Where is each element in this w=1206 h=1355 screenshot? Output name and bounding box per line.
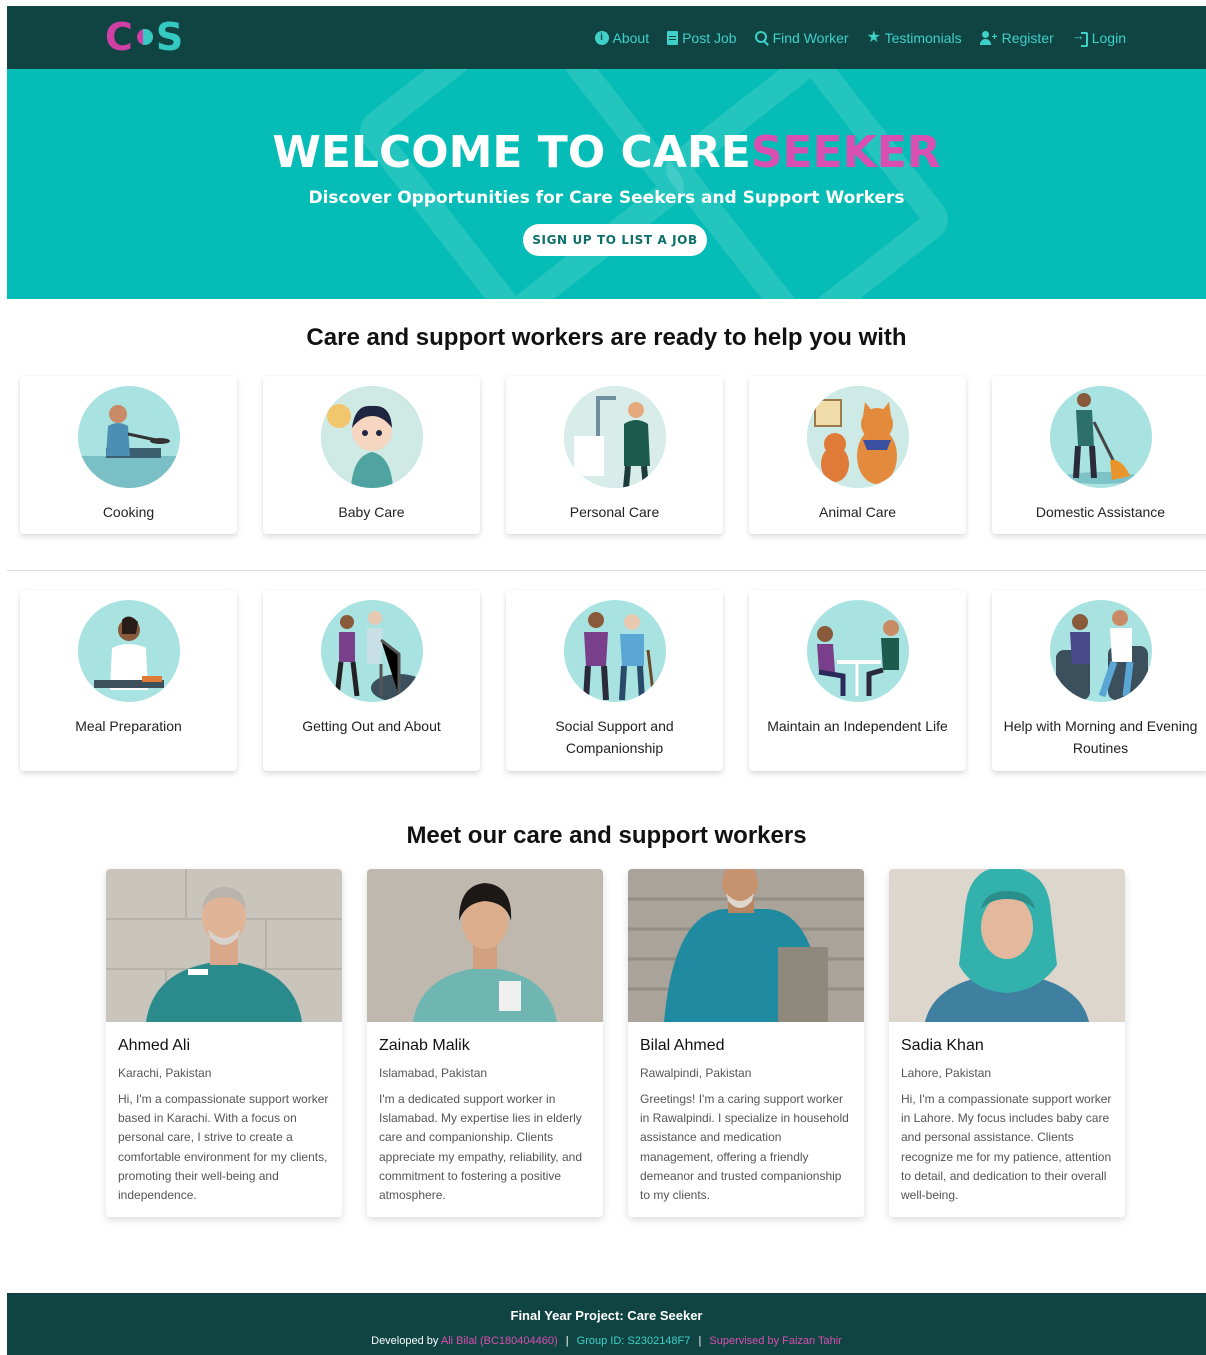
signup-list-job-button[interactable]: SIGN UP TO LIST A JOB <box>523 224 707 256</box>
worker-photo <box>889 869 1125 1022</box>
footer-separator: | <box>698 1335 702 1347</box>
login-icon <box>1072 28 1088 47</box>
service-card-social-support[interactable]: Social Support and Companionship <box>506 590 723 771</box>
hero-title-accent: SEEKER <box>750 127 941 178</box>
nav-find-worker[interactable]: Find Worker <box>754 29 849 46</box>
footer: Final Year Project: Care Seeker Develope… <box>7 1293 1206 1355</box>
worker-bio: Hi, I'm a compassionate support worker i… <box>901 1092 1112 1203</box>
services-heading: Care and support workers are ready to he… <box>306 324 907 351</box>
services-row-1: Cooking Baby Care Personal Care Animal C… <box>20 376 1206 536</box>
service-label: Help with Morning and Evening Routines <box>1003 718 1198 756</box>
workers-heading: Meet our care and support workers <box>406 822 807 849</box>
service-label: Meal Preparation <box>75 718 182 734</box>
service-label: Domestic Assistance <box>1035 504 1166 520</box>
nav-login-label: Login <box>1091 29 1126 46</box>
worker-bio: I'm a dedicated support worker in Islama… <box>379 1092 582 1203</box>
footer-credits: Developed by Ali Bilal (BC180404460) | G… <box>7 1335 1206 1347</box>
worker-location: Rawalpindi, Pakistan <box>640 1066 752 1080</box>
domestic-assistance-illustration <box>1050 386 1152 488</box>
logo-letter-s: S <box>155 15 185 59</box>
service-card-domestic-assistance[interactable]: Domestic Assistance <box>992 376 1206 534</box>
hero-decor-shape <box>351 69 693 299</box>
footer-developed-prefix: Developed by <box>371 1335 439 1347</box>
nav-about[interactable]: i About <box>594 29 650 46</box>
worker-bio: Greetings! I'm a caring support worker i… <box>640 1092 849 1203</box>
service-label: Baby Care <box>338 504 405 520</box>
nav-testimonials[interactable]: ★ Testimonials <box>866 28 962 46</box>
cooking-illustration <box>78 386 180 488</box>
document-icon <box>667 30 679 45</box>
service-card-routines[interactable]: Help with Morning and Evening Routines <box>992 590 1206 771</box>
navbar: C S i About Post Job Find Worker ★ Testi… <box>7 6 1206 69</box>
service-card-personal-care[interactable]: Personal Care <box>506 376 723 534</box>
worker-name: Ahmed Ali <box>118 1037 191 1054</box>
worker-card[interactable]: Bilal Ahmed Rawalpindi, Pakistan Greetin… <box>628 869 864 1217</box>
worker-bio: Hi, I'm a compassionate support worker b… <box>118 1092 329 1203</box>
nav-links: i About Post Job Find Worker ★ Testimoni… <box>594 6 1126 69</box>
worker-photo <box>106 869 342 1022</box>
logo-letter-c: C <box>105 15 134 59</box>
social-support-illustration <box>564 600 666 702</box>
independent-life-illustration <box>807 600 909 702</box>
nav-post-job-label: Post Job <box>682 29 737 46</box>
worker-name: Sadia Khan <box>901 1037 984 1054</box>
hero-title-main: WELCOME TO CARE <box>272 127 751 178</box>
worker-card[interactable]: Ahmed Ali Karachi, Pakistan Hi, I'm a co… <box>106 869 342 1217</box>
service-label: Personal Care <box>569 504 660 520</box>
service-label: Animal Care <box>818 504 897 520</box>
logo-dot-icon <box>136 29 153 45</box>
worker-name: Bilal Ahmed <box>640 1037 725 1054</box>
service-card-cooking[interactable]: Cooking <box>20 376 237 534</box>
logo[interactable]: C S <box>105 15 184 59</box>
service-card-baby-care[interactable]: Baby Care <box>263 376 480 534</box>
user-plus-icon: + <box>979 30 998 45</box>
footer-separator: | <box>565 1335 569 1347</box>
service-label: Getting Out and About <box>302 718 441 734</box>
service-card-animal-care[interactable]: Animal Care <box>749 376 966 534</box>
worker-name: Zainab Malik <box>379 1037 470 1054</box>
worker-photo <box>367 869 603 1022</box>
nav-register-label: Register <box>1001 29 1054 46</box>
worker-photo <box>628 869 864 1022</box>
worker-location: Lahore, Pakistan <box>901 1066 992 1080</box>
routines-illustration <box>1050 600 1152 702</box>
meal-preparation-illustration <box>78 600 180 702</box>
service-card-independent-life[interactable]: Maintain an Independent Life <box>749 590 966 771</box>
animal-care-illustration <box>807 386 909 488</box>
hero-banner: WELCOME TO CARESEEKER Discover Opportuni… <box>7 69 1206 299</box>
nav-find-worker-label: Find Worker <box>772 29 849 46</box>
nav-about-label: About <box>612 29 650 46</box>
worker-location: Islamabad, Pakistan <box>379 1066 488 1080</box>
services-row-2: Meal Preparation Getting Out and About S… <box>20 590 1206 771</box>
nav-login[interactable]: Login <box>1072 28 1126 47</box>
baby-care-illustration <box>321 386 423 488</box>
info-circle-icon: i <box>594 30 609 45</box>
personal-care-illustration <box>564 386 666 488</box>
nav-testimonials-label: Testimonials <box>884 29 962 46</box>
nav-register[interactable]: + Register <box>979 29 1054 46</box>
footer-supervisor-link[interactable]: Supervised by Faizan Tahir <box>709 1335 841 1347</box>
getting-out-illustration <box>321 600 423 702</box>
service-card-meal-preparation[interactable]: Meal Preparation <box>20 590 237 771</box>
footer-group-id: Group ID: S2302148F7 <box>576 1335 691 1347</box>
service-label: Social Support and Companionship <box>555 718 674 756</box>
service-card-getting-out[interactable]: Getting Out and About <box>263 590 480 771</box>
service-label: Cooking <box>102 504 155 520</box>
service-label: Maintain an Independent Life <box>767 718 948 734</box>
page: C S i About Post Job Find Worker ★ Testi… <box>7 6 1206 1355</box>
worker-card[interactable]: Zainab Malik Islamabad, Pakistan I'm a d… <box>367 869 603 1217</box>
hero-title: WELCOME TO CARESEEKER <box>7 127 1206 178</box>
star-icon: ★ <box>866 28 881 46</box>
worker-location: Karachi, Pakistan <box>118 1066 212 1080</box>
footer-title: Final Year Project: Care Seeker <box>510 1308 703 1323</box>
nav-post-job[interactable]: Post Job <box>667 29 737 46</box>
search-icon <box>754 30 769 45</box>
hero-subtitle: Discover Opportunities for Care Seekers … <box>308 188 905 208</box>
hero-decor-shape <box>657 69 957 299</box>
footer-developer-link[interactable]: Ali Bilal (BC180404460) <box>441 1335 558 1347</box>
section-divider <box>7 570 1206 571</box>
worker-card[interactable]: Sadia Khan Lahore, Pakistan Hi, I'm a co… <box>889 869 1125 1217</box>
